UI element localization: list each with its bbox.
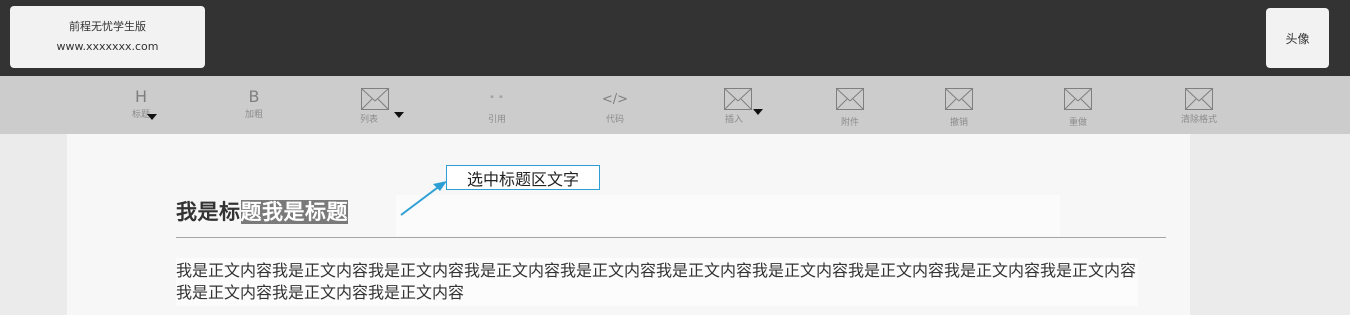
code-icon: </> bbox=[601, 92, 629, 107]
annotation-callout: 选中标题区文字 bbox=[446, 165, 600, 190]
quote-button[interactable]: " " 引用 bbox=[452, 76, 542, 134]
attachment-placeholder-icon bbox=[836, 88, 864, 110]
redo-placeholder-icon bbox=[1064, 88, 1092, 110]
undo-placeholder-icon bbox=[945, 88, 973, 110]
attachment-button[interactable]: 附件 bbox=[805, 76, 895, 134]
bold-label: 加粗 bbox=[244, 110, 263, 120]
clear-format-placeholder-icon bbox=[1185, 88, 1213, 110]
bold-icon: B bbox=[248, 87, 260, 106]
chevron-down-icon bbox=[753, 109, 763, 115]
title-selected-text: 题我是标题 bbox=[240, 200, 348, 224]
code-button[interactable]: </> 代码 bbox=[570, 76, 660, 134]
chevron-down-icon bbox=[147, 114, 157, 120]
editor-toolbar: H 标题 B 加粗 列表 " " 引用 </> 代码 插入 附件 撤销 重做 清… bbox=[0, 76, 1350, 134]
logo[interactable]: 前程无忧学生版 www.xxxxxxx.com bbox=[10, 6, 205, 68]
list-placeholder-icon bbox=[361, 88, 389, 110]
clear-format-label: 清除格式 bbox=[1180, 115, 1217, 125]
heading-label: 标题 bbox=[131, 110, 150, 120]
title-input[interactable]: 我是标题我是标题 bbox=[176, 197, 348, 227]
heading-button[interactable]: H 标题 bbox=[96, 76, 186, 134]
logo-url: www.xxxxxxx.com bbox=[56, 40, 159, 53]
quote-label: 引用 bbox=[487, 115, 506, 125]
title-text: 我是标 bbox=[176, 200, 241, 224]
undo-label: 撤销 bbox=[949, 118, 968, 128]
body-text-area[interactable]: 我是正文内容我是正文内容我是正文内容我是正文内容我是正文内容我是正文内容我是正文… bbox=[176, 260, 1146, 304]
title-field-background bbox=[396, 195, 1060, 236]
insert-label: 插入 bbox=[724, 115, 743, 125]
heading-icon: H bbox=[134, 87, 148, 106]
code-label: 代码 bbox=[605, 115, 624, 125]
redo-button[interactable]: 重做 bbox=[1033, 76, 1123, 134]
insert-placeholder-icon bbox=[724, 88, 752, 110]
bold-button[interactable]: B 加粗 bbox=[209, 76, 299, 134]
avatar[interactable]: 头像 bbox=[1266, 8, 1329, 68]
clear-format-button[interactable]: 清除格式 bbox=[1154, 76, 1244, 134]
quote-icon: " " bbox=[489, 95, 505, 105]
attachment-label: 附件 bbox=[840, 118, 859, 128]
logo-title: 前程无忧学生版 bbox=[69, 20, 146, 33]
redo-label: 重做 bbox=[1068, 118, 1087, 128]
insert-button[interactable]: 插入 bbox=[693, 76, 783, 134]
chevron-down-icon bbox=[394, 112, 404, 118]
undo-button[interactable]: 撤销 bbox=[914, 76, 1004, 134]
top-header: 前程无忧学生版 www.xxxxxxx.com 头像 bbox=[0, 0, 1350, 76]
title-underline bbox=[176, 237, 1166, 238]
list-button[interactable]: 列表 bbox=[330, 76, 420, 134]
